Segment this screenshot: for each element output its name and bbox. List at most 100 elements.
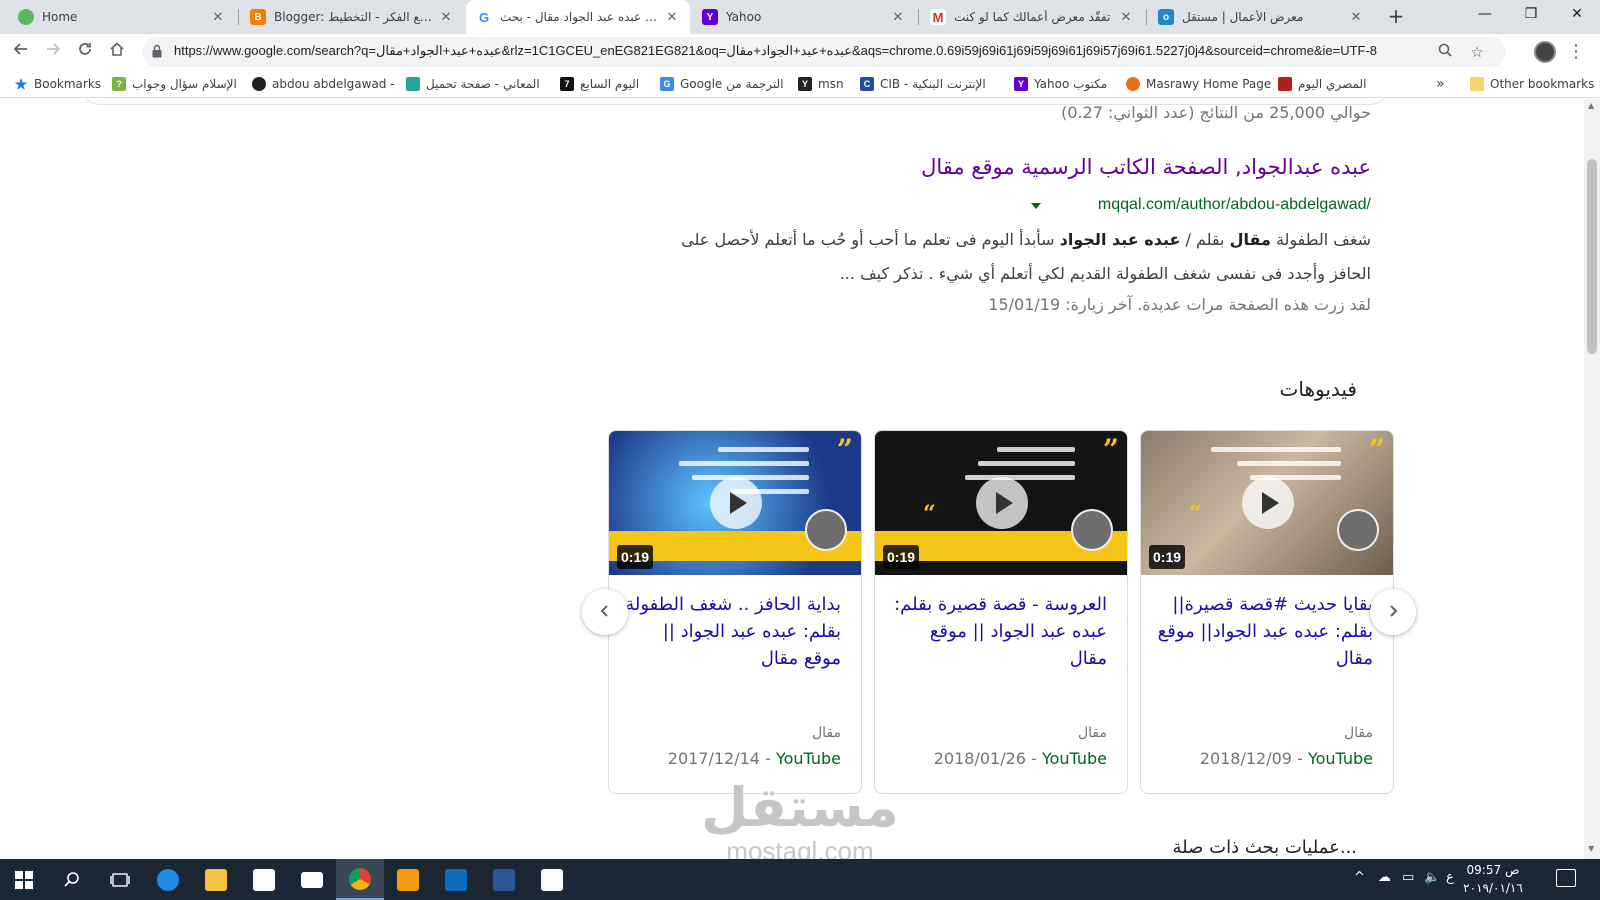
- taskbar-media-player[interactable]: [384, 859, 432, 900]
- forward-button[interactable]: [40, 39, 66, 65]
- scroll-up-icon[interactable]: ▲: [1588, 101, 1594, 110]
- author-avatar: [1071, 509, 1113, 551]
- masrawy-icon: [1126, 77, 1140, 91]
- home-button[interactable]: [104, 39, 130, 65]
- taskbar-edge[interactable]: [144, 859, 192, 900]
- carousel-prev-button[interactable]: [582, 589, 628, 635]
- bookmark-masrawy[interactable]: Masrawy Home Page: [1126, 74, 1271, 94]
- show-hidden-icons-icon[interactable]: ^: [1354, 870, 1365, 885]
- input-language[interactable]: ع: [1446, 870, 1454, 885]
- windows-taskbar: ^ ☁ ▭ 🔈 ع 09:57 ص ٢٠١٩/٠١/١٦: [0, 859, 1600, 900]
- taskbar-search-button[interactable]: [48, 859, 96, 900]
- play-icon[interactable]: [1242, 477, 1294, 529]
- tab-gmail[interactable]: M تفقّد معرض أعمالك كما لو كنت ✕: [920, 0, 1144, 34]
- word-icon: [493, 868, 515, 891]
- close-window-button[interactable]: ✕: [1554, 0, 1600, 30]
- taskbar-store[interactable]: [240, 859, 288, 900]
- back-button[interactable]: [8, 39, 34, 65]
- bookmark-translate[interactable]: G Google الترجمة من: [660, 74, 784, 94]
- action-center-icon[interactable]: [1556, 869, 1576, 887]
- reload-button[interactable]: [72, 39, 98, 65]
- close-tab-icon[interactable]: ✕: [664, 10, 680, 25]
- tab-title: Home: [42, 10, 78, 24]
- address-bar[interactable]: https://www.google.com/search?q=عبده+عبد…: [142, 37, 1506, 67]
- tab-yahoo[interactable]: Y Yahoo ✕: [692, 0, 916, 34]
- clock-time: 09:57 ص: [1466, 863, 1520, 877]
- scroll-down-icon[interactable]: ▼: [1588, 844, 1594, 853]
- volume-icon[interactable]: 🔈: [1424, 870, 1440, 885]
- browser-menu-icon[interactable]: ⋮: [1566, 39, 1586, 65]
- maximize-button[interactable]: ❐: [1508, 0, 1554, 30]
- tab-separator: [918, 9, 919, 25]
- bookmark-msn[interactable]: Y msn: [798, 74, 844, 94]
- url-dropdown-icon[interactable]: [1031, 203, 1041, 209]
- network-icon[interactable]: ▭: [1402, 870, 1414, 885]
- bookmark-yahoo-maktoob[interactable]: Y Yahoo مكتوب: [1014, 74, 1107, 94]
- bookmark-almasryalyoum[interactable]: المصري اليوم: [1278, 74, 1366, 94]
- bookmark-star-icon[interactable]: ☆: [1468, 43, 1486, 61]
- result-stats: حوالي 25,000 من النتائج (عدد الثواني: 0.…: [1061, 103, 1371, 122]
- tab-mostaql[interactable]: o معرض الأعمال | مستقل ✕: [1148, 0, 1374, 34]
- bookmark-islamqa[interactable]: ? الإسلام سؤال وجواب: [112, 74, 237, 94]
- video-platform: YouTube: [1307, 749, 1373, 768]
- start-button[interactable]: [0, 859, 48, 900]
- tab-google-search[interactable]: G عبده عبد الجواد مقال - بحث Google ✕: [466, 0, 690, 34]
- mail-icon: [301, 871, 323, 888]
- bookmark-label: abdou abdelgawad -: [272, 77, 395, 91]
- onedrive-icon[interactable]: ☁: [1378, 870, 1391, 885]
- video-thumbnail[interactable]: ” “ 0:19: [875, 431, 1127, 575]
- tab-title: عبده عبد الجواد مقال - بحث Google: [500, 10, 658, 24]
- new-tab-button[interactable]: +: [1384, 5, 1408, 29]
- video-title-link[interactable]: بقايا حديث #قصة قصيرة|| بقلم: عبده عبد ا…: [1153, 591, 1373, 672]
- video-title-link[interactable]: بداية الحافز .. شغف الطفولة بقلم: عبده ع…: [621, 591, 841, 672]
- bookmarks-overflow-button[interactable]: »: [1436, 74, 1445, 94]
- video-card[interactable]: ” 0:19 بداية الحافز .. شغف الطفولة بقلم:…: [608, 430, 862, 794]
- bookmark-cib[interactable]: C CIB - الإنترنت البنكية: [860, 74, 986, 94]
- folder-icon: [1470, 77, 1484, 91]
- minimize-button[interactable]: —: [1462, 0, 1508, 30]
- close-tab-icon[interactable]: ✕: [1348, 10, 1364, 25]
- taskbar-word[interactable]: [480, 859, 528, 900]
- video-date: 2017/12/14: [667, 749, 760, 768]
- windows-logo-icon: [15, 870, 33, 889]
- scrollbar-thumb[interactable]: [1587, 159, 1597, 354]
- taskbar-mail[interactable]: [288, 859, 336, 900]
- tab-blogger[interactable]: B Blogger: روائع الفكر - التخطيط ✕: [240, 0, 464, 34]
- bookmark-bookmarks[interactable]: ★ Bookmarks: [14, 74, 101, 94]
- tab-title: تفقّد معرض أعمالك كما لو كنت: [954, 10, 1111, 24]
- clock-date: ٢٠١٩/٠١/١٦: [1463, 881, 1523, 895]
- system-clock[interactable]: 09:57 ص ٢٠١٩/٠١/١٦: [1458, 861, 1528, 897]
- result-url: mqqal.com/author/abdou-abdelgawad/: [1097, 196, 1371, 213]
- video-source: مقال: [1077, 725, 1107, 741]
- bookmarks-bar: ★ Bookmarks ? الإسلام سؤال وجواب abdou a…: [0, 70, 1600, 98]
- tab-home[interactable]: Home ✕: [8, 0, 236, 34]
- video-thumbnail[interactable]: ” 0:19: [609, 431, 861, 575]
- zoom-icon[interactable]: [1436, 43, 1454, 61]
- other-bookmarks[interactable]: Other bookmarks: [1470, 74, 1594, 94]
- task-view-button[interactable]: [96, 859, 144, 900]
- taskbar-chrome[interactable]: [336, 859, 384, 900]
- url-text[interactable]: https://www.google.com/search?q=عبده+عبد…: [174, 43, 1414, 59]
- result-title-link[interactable]: عبده عبدالجواد, الصفحة الكاتب الرسمية مو…: [921, 155, 1371, 179]
- play-icon[interactable]: [710, 477, 762, 529]
- taskbar-outlook[interactable]: [432, 859, 480, 900]
- bookmark-almaany[interactable]: المعاني - صفحة تحميل: [406, 74, 540, 94]
- watermark-latin: mostaql.com: [726, 836, 874, 859]
- watermark-arabic: مستقل: [701, 776, 899, 839]
- taskbar-file-explorer[interactable]: [192, 859, 240, 900]
- close-tab-icon[interactable]: ✕: [1118, 10, 1134, 25]
- close-tab-icon[interactable]: ✕: [438, 10, 454, 25]
- close-tab-icon[interactable]: ✕: [210, 10, 226, 25]
- video-card[interactable]: ” “ 0:19 بقايا حديث #قصة قصيرة|| بقلم: ع…: [1140, 430, 1394, 794]
- video-thumbnail[interactable]: ” “ 0:19: [1141, 431, 1393, 575]
- bookmark-abdou[interactable]: abdou abdelgawad -: [252, 74, 395, 94]
- bookmark-youm7[interactable]: 7 اليوم السابع: [560, 74, 639, 94]
- video-card[interactable]: ” “ 0:19 العروسة - قصة قصيرة بقلم: عبده …: [874, 430, 1128, 794]
- video-title-link[interactable]: العروسة - قصة قصيرة بقلم: عبده عبد الجوا…: [887, 591, 1107, 672]
- play-icon[interactable]: [976, 477, 1028, 529]
- taskbar-photos[interactable]: [528, 859, 576, 900]
- page-scrollbar[interactable]: ▲ ▼: [1584, 99, 1600, 859]
- close-tab-icon[interactable]: ✕: [890, 10, 906, 25]
- carousel-next-button[interactable]: [1370, 589, 1416, 635]
- profile-avatar[interactable]: [1534, 41, 1556, 63]
